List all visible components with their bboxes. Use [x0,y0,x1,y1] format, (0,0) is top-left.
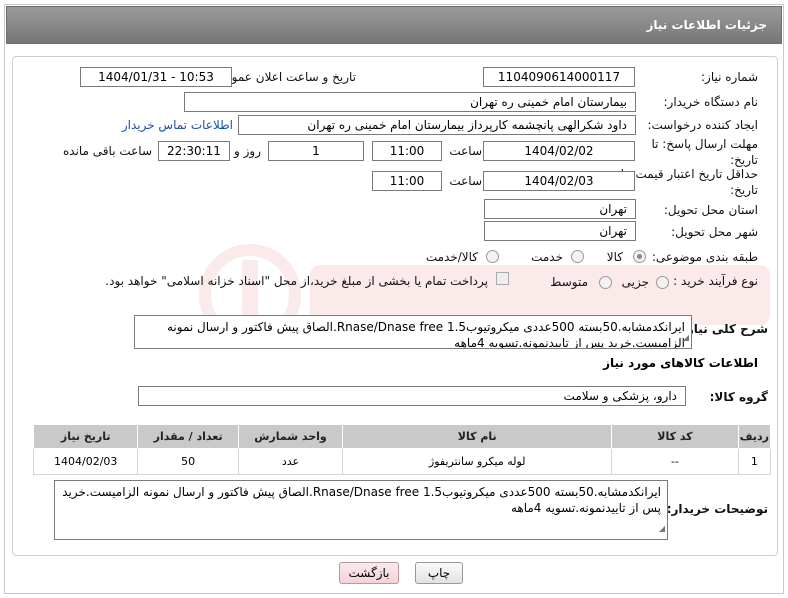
cell-code: -- [611,448,739,475]
title-bar: جزئیات اطلاعات نیاز [6,6,782,44]
category-service-radio[interactable] [571,250,584,263]
validity-time-field: 11:00 [372,171,442,191]
category-goods-radio[interactable] [633,250,646,263]
process-minor-radio[interactable] [656,276,669,289]
back-button[interactable]: بازگشت [339,562,399,584]
contact-info-link[interactable]: اطلاعات تماس خریدار [122,118,233,132]
col-index: ردیف [737,424,772,449]
treasury-note: پرداخت تمام یا بخشی از مبلغ خرید،از محل … [105,274,488,288]
cell-name: لوله میکرو سانتریفوژ [342,448,613,475]
cell-index: 1 [737,448,772,475]
category-both-radio[interactable] [486,250,499,263]
buyer-notes-text: ایرانکدمشابه.50بسته 500عددی میکروتیوب1.5… [62,485,661,515]
col-name: نام کالا [342,424,613,449]
buyer-notes-label: توضیحات خریدار: [666,502,768,516]
description-textarea: ایرانکدمشابه.50بسته 500عددی میکروتیوب1.5… [134,315,692,349]
col-qty: تعداد / مقدار [137,424,239,449]
goods-table-header: ردیف کد کالا نام کالا واحد شمارش تعداد /… [32,424,772,449]
goods-table: ردیف کد کالا نام کالا واحد شمارش تعداد /… [32,424,772,475]
category-label: طبقه بندی موضوعی: [651,250,758,264]
days-field: 1 [268,141,364,161]
deadline-date-field: 1404/02/02 [483,141,635,161]
treasury-checkbox[interactable] [496,272,509,285]
validity-date-field: 1404/02/03 [483,171,635,191]
cell-qty: 50 [137,448,239,475]
col-code: کد کالا [611,424,739,449]
deadline-label: مهلت ارسال پاسخ: تا تاریخ: [651,137,758,167]
table-row: 1 -- لوله میکرو سانتریفوژ عدد 50 1404/02… [32,448,772,475]
announce-label: تاریخ و ساعت اعلان عمومی: [211,70,356,84]
cell-unit: عدد [237,448,344,475]
need-number-label: شماره نیاز: [701,70,758,84]
resize-grip-icon[interactable]: ◢ [659,521,665,537]
print-button[interactable]: چاپ [415,562,463,584]
creator-label: ایجاد کننده درخواست: [647,118,758,132]
city-label: شهر محل تحویل: [671,225,758,239]
need-number-field: 1104090614000117 [483,67,635,87]
deadline-time-field: 11:00 [372,141,442,161]
description-label: شرح کلی نیاز: [682,322,768,336]
description-text: ایرانکدمشابه.50بسته 500عددی میکروتیوب1.5… [166,320,685,349]
remaining-time-field: 22:30:11 [158,141,230,161]
deadline-time-label: ساعت [449,144,482,158]
city-field: تهران [484,221,636,241]
resize-grip-icon[interactable]: ◢ [683,330,689,346]
goods-group-field: دارو، پزشکی و سلامت [138,386,686,406]
category-service-label: خدمت [531,250,563,264]
validity-time-label: ساعت [449,174,482,188]
process-minor-label: جزیی [621,275,649,289]
province-label: استان محل تحویل: [663,203,758,217]
buyer-label: نام دستگاه خریدار: [663,95,759,109]
buyer-notes-textarea: ایرانکدمشابه.50بسته 500عددی میکروتیوب1.5… [54,480,668,540]
creator-field: داود شکرالهی پانچشمه کارپرداز بیمارستان … [238,115,636,135]
col-date: تاریخ نیاز [32,424,139,449]
page-title: جزئیات اطلاعات نیاز [646,18,767,32]
announce-field: 1404/01/31 - 10:53 [80,67,232,87]
category-both-label: کالا/خدمت [425,250,478,264]
process-medium-label: متوسط [550,275,588,289]
remaining-time-label: ساعت باقی مانده [62,144,152,158]
days-label: روز و [234,144,261,158]
col-unit: واحد شمارش [237,424,344,449]
process-medium-radio[interactable] [599,276,612,289]
category-goods-label: کالا [606,250,623,264]
province-field: تهران [484,199,636,219]
goods-group-label: گروه کالا: [709,390,768,404]
goods-section-title: اطلاعات کالاهای مورد نیاز [603,356,758,370]
process-label: نوع فرآیند خرید : [673,274,758,288]
buyer-field: بیمارستان امام خمینی ره تهران [184,92,636,112]
cell-date: 1404/02/03 [32,448,139,475]
validity-label: حداقل تاریخ اعتبار قیمت: تا تاریخ: [620,167,758,197]
